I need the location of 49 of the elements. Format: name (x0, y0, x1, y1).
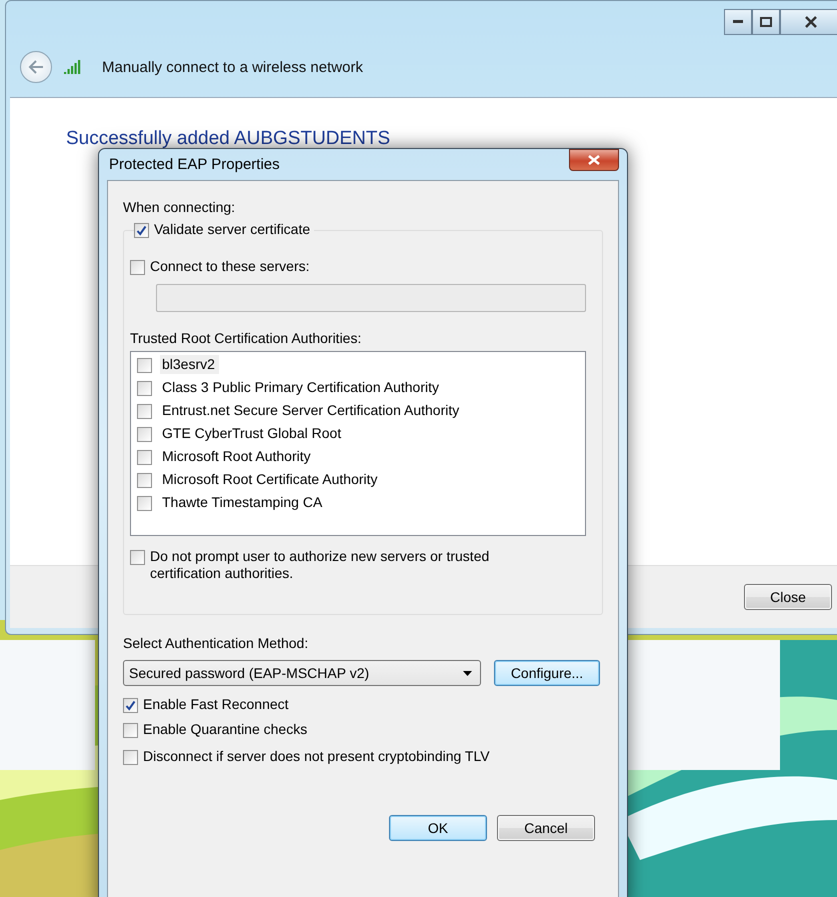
checkbox[interactable] (130, 260, 145, 275)
list-item[interactable]: Entrust.net Secure Server Certification Authority (160, 401, 464, 420)
checkbox[interactable] (137, 450, 152, 465)
method-dropdown[interactable]: Secured password (EAP-MSCHAP v2) (123, 660, 481, 686)
back-button[interactable] (20, 51, 52, 83)
wizard-title: Manually connect to a wireless network (102, 58, 363, 76)
checkbox[interactable] (137, 358, 152, 373)
checkbox[interactable] (137, 473, 152, 488)
dropdown-caret-icon (463, 670, 472, 676)
minimize-button[interactable] (724, 9, 752, 35)
dialog-title: Protected EAP Properties (108, 156, 280, 173)
checkbox-label: Validate server certificate (154, 221, 310, 238)
list-item[interactable]: bl3esrv2 (160, 355, 219, 374)
list-item[interactable]: Microsoft Root Authority (160, 447, 315, 466)
section-label: When connecting: (123, 199, 236, 216)
checkbox[interactable] (134, 223, 149, 238)
dialog-button[interactable]: OK (389, 815, 487, 841)
maximize-icon (760, 17, 772, 27)
section-label: Select Authentication Method: (123, 635, 310, 652)
list-item[interactable]: Microsoft Root Certificate Authority (160, 470, 382, 489)
list-item[interactable]: GTE CyberTrust Global Root (160, 424, 346, 443)
checkbox-label: Connect to these servers: (150, 258, 310, 275)
close-button[interactable] (780, 9, 837, 35)
checkbox[interactable] (137, 404, 152, 419)
checkbox-label: Disconnect if server does not present cryptobinding TLV (143, 748, 490, 765)
close-button[interactable] (569, 148, 619, 170)
checkbox-label: Enable Fast Reconnect (143, 696, 289, 713)
close-icon (805, 16, 817, 28)
checkbox[interactable] (123, 723, 138, 738)
section-label: Trusted Root Certification Authorities: (130, 330, 362, 346)
checkbox-label: Do not prompt user to authorize new servers or trusted certification authorities. (150, 548, 490, 582)
checkbox[interactable] (123, 698, 138, 713)
list-item[interactable]: Class 3 Public Primary Certification Authority (160, 378, 443, 397)
checkbox[interactable] (123, 750, 138, 765)
success-heading: Successfully added AUBGSTUDENTS (66, 128, 390, 149)
maximize-button[interactable] (752, 9, 780, 35)
close-icon (588, 154, 600, 164)
checkbox[interactable] (137, 381, 152, 396)
checkbox[interactable] (137, 427, 152, 442)
minimize-icon (733, 20, 743, 24)
list-item[interactable]: Thawte Timestamping CA (160, 493, 326, 512)
configure-button[interactable]: Configure... (494, 660, 600, 686)
checkbox-label: Enable Quarantine checks (143, 721, 308, 738)
dialog-button[interactable]: Cancel (497, 815, 595, 841)
checkbox[interactable] (130, 550, 145, 565)
close-button[interactable]: Close (744, 584, 832, 610)
checkbox[interactable] (137, 496, 152, 511)
back-arrow-icon (28, 60, 44, 74)
signal-bars-icon (64, 60, 82, 74)
